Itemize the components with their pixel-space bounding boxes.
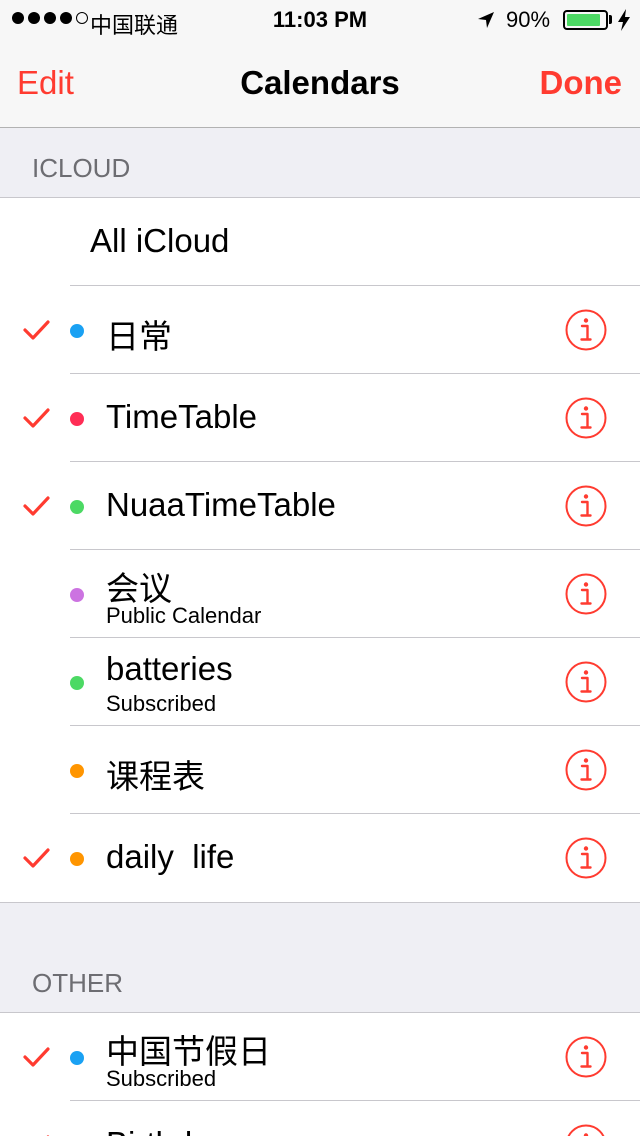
calendar-subtitle: Subscribed (106, 1066, 217, 1091)
calendar-name: NuaaTimeTable (106, 486, 336, 523)
info-icon[interactable] (565, 661, 607, 703)
calendar-color-dot (70, 412, 84, 426)
charging-bolt-icon (618, 9, 630, 31)
info-icon[interactable] (565, 837, 607, 879)
info-icon[interactable] (565, 309, 607, 351)
navigation-bar: Edit Calendars Done (0, 40, 640, 128)
checkmark-icon (23, 848, 50, 868)
calendar-row[interactable]: TimeTable (0, 374, 640, 462)
calendar-row[interactable]: 课程表 (0, 726, 640, 814)
calendar-color-dot (70, 852, 84, 866)
checkmark-icon (23, 320, 50, 340)
calendar-color-dot (70, 764, 84, 778)
calendar-subtitle: Public Calendar (106, 603, 262, 628)
calendar-color-dot (70, 676, 84, 690)
calendar-name: batteries (106, 650, 233, 687)
calendar-name: 课程表 (106, 758, 205, 795)
calendar-color-dot (70, 1051, 84, 1065)
calendar-row[interactable]: daily life (0, 814, 640, 902)
calendars-screen: 中国联通 11:03 PM 90% Edit Calendars Done IC… (0, 0, 640, 1136)
checkmark-icon (23, 408, 50, 428)
info-icon[interactable] (565, 573, 607, 615)
info-icon[interactable] (565, 397, 607, 439)
calendar-row[interactable]: 中国节假日 Subscribed (0, 1013, 640, 1101)
battery-icon (563, 10, 608, 30)
info-icon[interactable] (565, 1036, 607, 1078)
done-button[interactable]: Done (540, 64, 623, 102)
calendar-row[interactable]: NuaaTimeTable (0, 462, 640, 550)
calendar-color-dot (70, 324, 84, 338)
calendar-row[interactable]: Birthdays (0, 1101, 640, 1136)
calendar-row[interactable]: batteries Subscribed (0, 638, 640, 726)
section-header-other: OTHER (32, 968, 123, 998)
other-calendar-list: 中国节假日Subscribed Birthdays (0, 1012, 640, 1136)
checkmark-icon (23, 1047, 50, 1067)
calendar-row[interactable]: 会议 Public Calendar (0, 550, 640, 638)
battery-tip (609, 15, 612, 24)
calendar-name: 日常 (106, 318, 172, 355)
location-arrow-icon (478, 12, 494, 28)
icloud-calendar-list: All iCloud 日常 TimeTable NuaaTimeTable 会议 Pub… (0, 197, 640, 903)
calendar-color-dot (70, 588, 84, 602)
status-bar: 中国联通 11:03 PM 90% (0, 0, 640, 40)
calendar-name: Birthdays (106, 1125, 244, 1136)
calendar-color-dot (70, 500, 84, 514)
all-icloud-label: All iCloud (90, 222, 230, 259)
calendar-name: daily life (106, 838, 235, 875)
checkmark-icon (23, 496, 50, 516)
calendar-subtitle: Subscribed (106, 691, 217, 716)
all-icloud-row[interactable]: All iCloud (0, 198, 640, 286)
info-icon[interactable] (565, 749, 607, 791)
info-icon[interactable] (565, 1124, 607, 1136)
section-header-icloud: ICLOUD (32, 153, 131, 183)
info-icon[interactable] (565, 485, 607, 527)
battery-percent: 90% (506, 7, 551, 32)
calendar-name: TimeTable (106, 398, 257, 435)
calendar-row[interactable]: 日常 (0, 286, 640, 374)
